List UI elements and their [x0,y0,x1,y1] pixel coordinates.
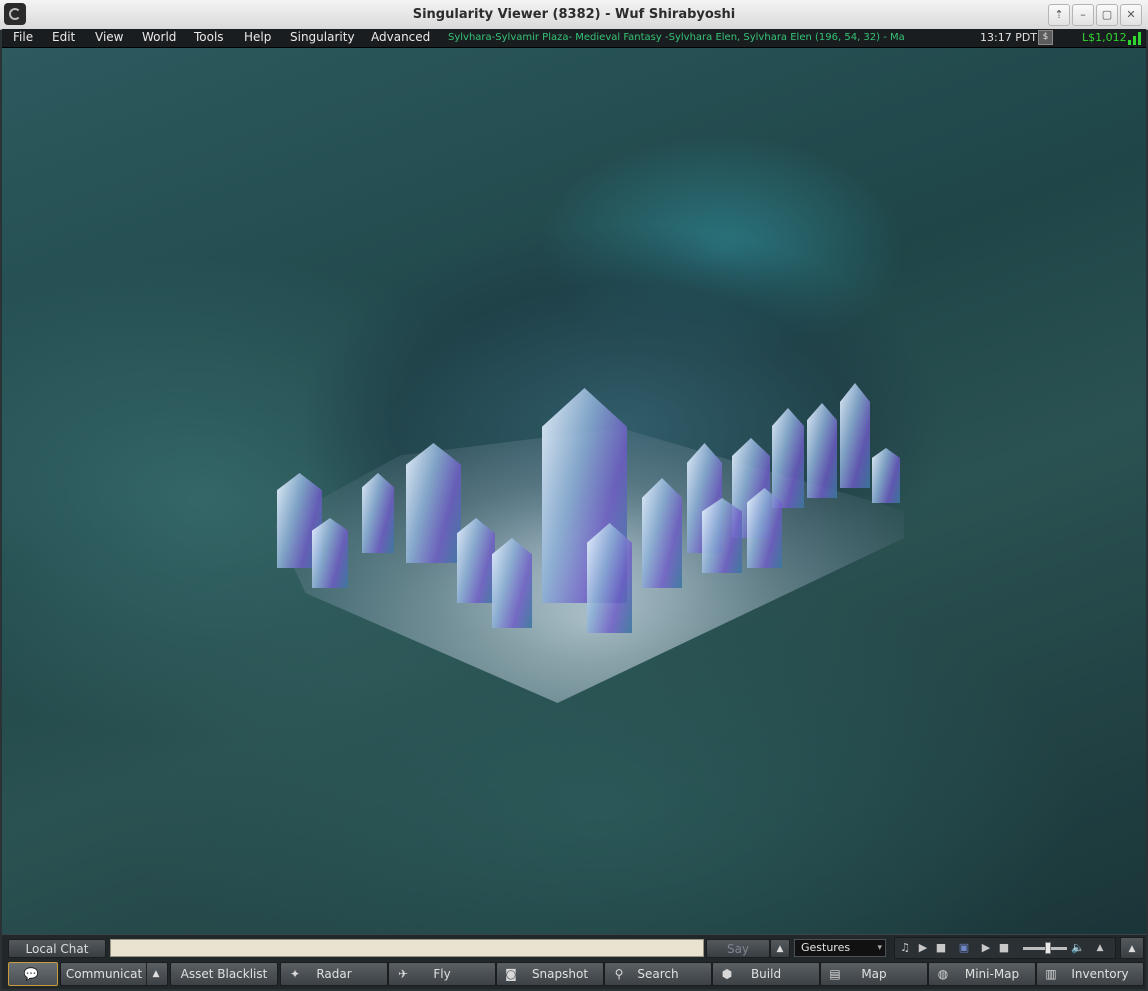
media-film-icon[interactable]: ▣ [957,940,971,956]
snapshot-label: Snapshot [531,967,589,981]
menu-view[interactable]: View [95,30,123,44]
menu-world[interactable]: World [142,30,176,44]
fly-button[interactable]: ✈ Fly [388,962,496,986]
build-label: Build [750,967,782,981]
menu-tools[interactable]: Tools [194,30,224,44]
window-controls: ⇡ – ▢ ✕ [1048,4,1142,26]
menu-singularity[interactable]: Singularity [290,30,355,44]
music-note-icon[interactable]: ♫ [898,940,912,956]
radar-label: Radar [316,967,352,981]
menu-edit[interactable]: Edit [52,30,75,44]
inventory-button[interactable]: ▥ Inventory [1036,962,1144,986]
map-button[interactable]: ▤ Map [820,962,928,986]
chevron-down-icon: ▾ [877,943,882,953]
chat-history-caret-icon[interactable]: ▲ [770,939,790,958]
media-stop-icon[interactable]: ■ [997,940,1011,956]
gestures-dropdown[interactable]: Gestures ▾ [794,939,886,957]
fly-label: Fly [433,967,451,981]
crystal [587,523,632,633]
balance[interactable]: L$1,012 [1082,31,1127,44]
expand-chat-button[interactable]: ▲ [1120,937,1144,959]
minimize-button[interactable]: – [1072,4,1094,26]
search-button[interactable]: ⚲ Search [604,962,712,986]
media-play-icon[interactable]: ▶ [979,940,993,956]
music-stop-icon[interactable]: ■ [934,940,948,956]
gestures-label: Gestures [801,941,851,954]
crystal [312,518,348,588]
speech-bubble-icon: 💬 [23,967,39,981]
menu-advanced[interactable]: Advanced [371,30,430,44]
media-controls: ♫ ▶ ■ ▣ ▶ ■ 🔈 ▲ [894,937,1116,959]
communicate-caret-icon[interactable]: ▲ [146,963,165,985]
menu-file[interactable]: File [13,30,33,44]
crystal [872,448,900,503]
close-button[interactable]: ✕ [1120,4,1142,26]
crystal [840,383,870,488]
crystal [457,518,495,603]
asset-blacklist-button[interactable]: Asset Blacklist [170,962,278,986]
search-label: Search [637,967,679,981]
minimap-label: Mini-Map [964,967,1020,981]
map-label: Map [861,967,887,981]
build-button[interactable]: ⬢ Build [712,962,820,986]
bandwidth-icon[interactable] [1128,31,1146,45]
communicate-button[interactable]: Communicat ▲ [60,962,168,986]
window-titlebar: Singularity Viewer (8382) - Wuf Shirabyo… [0,0,1148,30]
local-chat-button[interactable]: Local Chat [8,939,106,958]
menu-bar: File Edit View World Tools Help Singular… [2,29,1146,48]
bottom-toolbar: 💬 Communicat ▲ Asset Blacklist ✦ Radar ✈… [2,960,1146,989]
say-button[interactable]: Say [706,939,770,958]
crystal [642,478,682,588]
crystal [772,408,804,508]
chat-bar: Local Chat Say ▲ Gestures ▾ ♫ ▶ ■ ▣ ▶ ■ … [2,934,1146,961]
crystal [807,403,837,498]
inventory-label: Inventory [1071,967,1129,981]
world-viewport[interactable] [2,48,1146,934]
radar-button[interactable]: ✦ Radar [280,962,388,986]
crystal [747,488,782,568]
speaker-icon[interactable]: 🔈 [1071,940,1085,956]
media-expand-icon[interactable]: ▲ [1093,940,1107,956]
crystal [702,498,742,573]
window-title: Singularity Viewer (8382) - Wuf Shirabyo… [412,7,736,22]
asset-blacklist-label: Asset Blacklist [180,967,268,981]
volume-slider-handle[interactable] [1045,942,1051,954]
crystal [406,443,461,563]
chat-input[interactable] [110,939,704,957]
buy-currency-icon[interactable]: $ [1038,30,1053,45]
crystal [492,538,532,628]
keep-above-button[interactable]: ⇡ [1048,4,1070,26]
maximize-button[interactable]: ▢ [1096,4,1118,26]
minimap-button[interactable]: ◍ Mini-Map [928,962,1036,986]
clock: 13:17 PDT [980,31,1038,44]
crystal [362,473,394,553]
menu-help[interactable]: Help [244,30,271,44]
location-text[interactable]: Sylvhara-Sylvamir Plaza- Medieval Fantas… [448,32,973,43]
music-play-icon[interactable]: ▶ [916,940,930,956]
snapshot-button[interactable]: ◙ Snapshot [496,962,604,986]
